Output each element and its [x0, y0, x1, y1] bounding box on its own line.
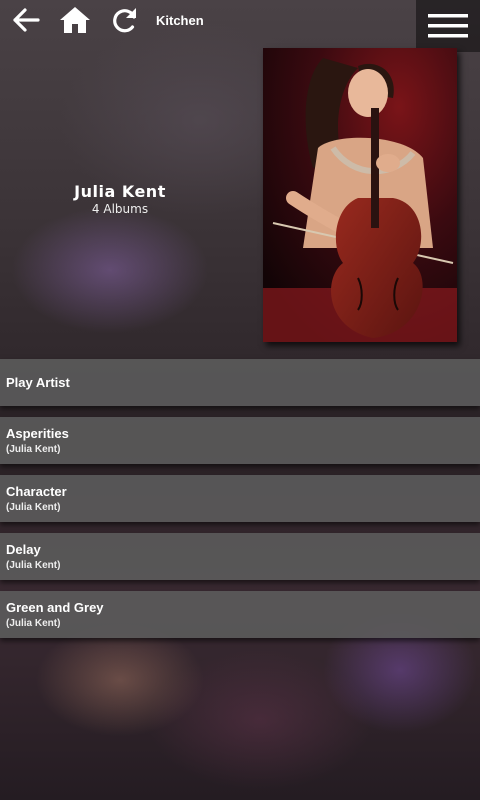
refresh-icon[interactable]: [105, 0, 145, 40]
album-artist: (Julia Kent): [6, 560, 61, 571]
home-icon[interactable]: [55, 0, 95, 40]
artist-info: Julia Kent 4 Albums: [0, 182, 240, 216]
album-title: Character: [6, 484, 67, 499]
album-artist: (Julia Kent): [6, 618, 61, 629]
back-arrow-icon[interactable]: [6, 0, 46, 40]
artist-name: Julia Kent: [74, 182, 166, 201]
menu-button[interactable]: [416, 0, 480, 52]
album-title: Green and Grey: [6, 600, 104, 615]
zone-label: Kitchen: [156, 13, 204, 28]
album-title: Asperities: [6, 426, 69, 441]
album-artist: (Julia Kent): [6, 444, 61, 455]
album-count: 4 Albums: [91, 202, 149, 216]
album-row-green-and-grey[interactable]: Green and Grey (Julia Kent): [0, 591, 480, 638]
album-row-character[interactable]: Character (Julia Kent): [0, 475, 480, 522]
album-artist: (Julia Kent): [6, 502, 61, 513]
album-title: Delay: [6, 542, 41, 557]
play-artist-label: Play Artist: [6, 375, 70, 390]
album-row-delay[interactable]: Delay (Julia Kent): [0, 533, 480, 580]
album-row-asperities[interactable]: Asperities (Julia Kent): [0, 417, 480, 464]
top-bar: Kitchen: [0, 0, 480, 52]
play-artist-button[interactable]: Play Artist: [0, 359, 480, 406]
artist-photo: [263, 48, 457, 342]
hamburger-menu-icon: [428, 14, 468, 38]
